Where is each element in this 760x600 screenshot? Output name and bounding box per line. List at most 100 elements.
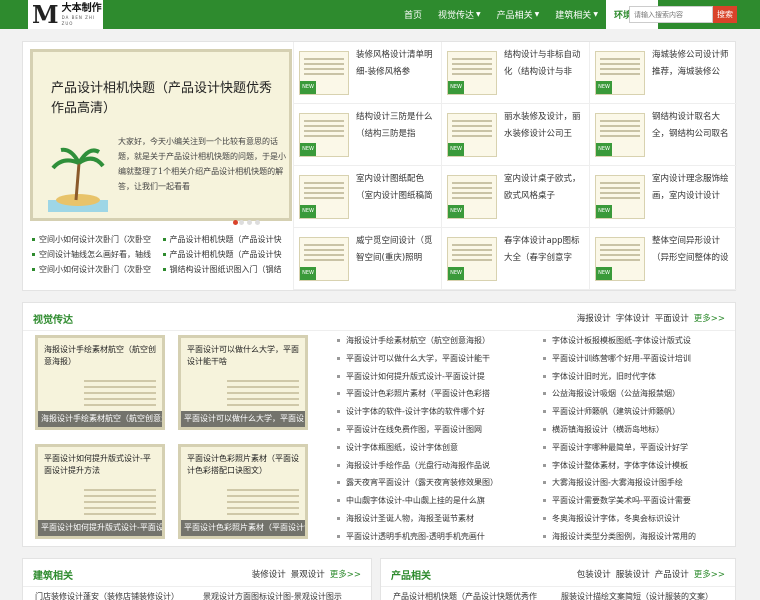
nav-home[interactable]: 首页 [396, 0, 430, 29]
category-link[interactable]: 景观设计 [291, 568, 325, 580]
article-thumbnail: NEW [447, 113, 497, 157]
article-title: 装修风格设计清单明细-装修风格参 [356, 50, 433, 77]
article-title: 海城装修公司设计师推荐，海城装修公 [652, 50, 729, 77]
article-card[interactable]: 平面设计如何提升版式设计-平面设计提升方法 平面设计如何提升版式设计-平面设 [35, 444, 165, 539]
list-item[interactable]: 横沥镇海报设计（横沥岛地标） [541, 421, 731, 439]
carousel-dot[interactable] [255, 220, 260, 225]
category-link[interactable]: 海报设计 [577, 312, 611, 324]
logo-mark: M [32, 0, 59, 29]
grid-article[interactable]: NEW 结构设计与非标自动化（结构设计与非 [441, 42, 589, 104]
featured-link[interactable]: 钢结构设计图纸识图入门（钢结 [162, 264, 288, 276]
grid-article[interactable]: NEW 室内设计理念服饰绘画，室内设计设计 [589, 166, 737, 228]
article-thumbnail: NEW [299, 175, 349, 219]
list-item[interactable]: 设计字体的软件-设计字体的软件哪个好 [335, 403, 525, 421]
list-item[interactable]: 字体设计板报模板图纸-字体设计版式设 [541, 332, 731, 350]
list-item[interactable]: 平面设计字哪种最简单，平面设计好学 [541, 439, 731, 457]
grid-article[interactable]: NEW 钢结构设计取名大全，钢结构公司取名 [589, 104, 737, 166]
nav-product[interactable]: 产品相关 ▼ [489, 0, 548, 29]
logo-subtitle: DA BEN ZHI ZUO [61, 14, 96, 26]
article-title: 整体空间异形设计（异形空间整体的设 [652, 236, 729, 263]
carousel-dot[interactable] [239, 220, 244, 225]
hero-slide[interactable]: 产品设计相机快题（产品设计快题优秀作品高清） 大家好，今天小编关注到一个比较有意… [30, 49, 292, 225]
top-navigation-bar: M 大本制作 DA BEN ZHI ZUO 首页 视觉传达 ▼ 产品相关 ▼ 建筑相… [0, 0, 760, 29]
search-input[interactable] [629, 6, 713, 23]
featured-link[interactable]: 空间小如何设计次卧门（次卧空 [32, 234, 157, 246]
new-badge: NEW [596, 81, 612, 94]
featured-link[interactable]: 空间设计轴线怎么画好看，轴线 [32, 249, 157, 261]
list-item[interactable]: 平面设计色彩照片素材（平面设计色彩搭 [335, 385, 525, 403]
site-logo[interactable]: M 大本制作 DA BEN ZHI ZUO [28, 0, 103, 29]
featured-link[interactable]: 空间小如何设计次卧门（次卧空 [32, 264, 157, 276]
list-item[interactable]: 字体设计整体素材，字体字体设计模板 [541, 457, 731, 475]
nav-architecture[interactable]: 建筑相关 ▼ [547, 0, 606, 29]
category-link[interactable]: 产品设计 [655, 568, 689, 580]
grid-article[interactable]: NEW 结构设计三防是什么（结构三防是指 [293, 104, 441, 166]
carousel-dot[interactable] [247, 220, 252, 225]
more-link[interactable]: 更多>> [694, 568, 725, 580]
article-thumbnail: NEW [299, 113, 349, 157]
list-item[interactable]: 大雾海报设计图-大雾海报设计图手绘 [541, 474, 731, 492]
list-item[interactable]: 海报设计圣诞人物，海报圣诞节素材 [335, 510, 525, 528]
article-list: 字体设计板报模板图纸-字体设计版式设 平面设计训练营哪个好用-平面设计培训 字体设计… [541, 332, 731, 546]
main-nav: 首页 视觉传达▼ 产品相关▼ 建筑相关▼ 环境艺术 [396, 0, 658, 29]
grid-article[interactable]: NEW 春字体设计app图标大全（春字创意字 [441, 228, 589, 290]
list-item[interactable]: 平面设计透明手机壳图-透明手机壳画什 [335, 528, 525, 546]
article-title: 丽水装修及设计，丽水装修设计公司王 [504, 112, 581, 139]
list-item[interactable]: 海报设计类型分类图例，海报设计常用的 [541, 528, 731, 546]
category-link[interactable]: 服装设计 [616, 568, 650, 580]
list-item[interactable]: 平面设计师籁帆（建筑设计师籁帆） [541, 403, 731, 421]
article-thumbnail: NEW [299, 237, 349, 281]
article-thumbnail: NEW [447, 51, 497, 95]
list-item[interactable]: 中山觑字体设计-中山觑上挂的是什么旗 [335, 492, 525, 510]
new-badge: NEW [300, 81, 316, 94]
new-badge: NEW [300, 205, 316, 218]
article-link[interactable]: 景观设计方面图标设计图-景观设计图示 [203, 589, 368, 600]
list-item[interactable]: 字体设计旧时光，旧时代字体 [541, 368, 731, 386]
grid-article[interactable]: NEW 装修风格设计清单明细-装修风格参 [293, 42, 441, 104]
chevron-down-icon: ▼ [476, 11, 481, 18]
category-link[interactable]: 装修设计 [252, 568, 286, 580]
section-title: 视觉传达 [33, 315, 73, 326]
article-thumbnail: NEW [299, 51, 349, 95]
grid-article[interactable]: NEW 丽水装修及设计，丽水装修设计公司王 [441, 104, 589, 166]
article-thumbnail: NEW [595, 51, 645, 95]
list-item[interactable]: 海报设计手绘素材航空（航空创意海报） [335, 332, 525, 350]
category-link[interactable]: 包装设计 [577, 568, 611, 580]
carousel-dot-active[interactable] [233, 220, 238, 225]
grid-article[interactable]: NEW 室内设计桌子欧式，欧式风格桌子 [441, 166, 589, 228]
category-link[interactable]: 平面设计 [655, 312, 689, 324]
article-title: 室内设计桌子欧式，欧式风格桌子 [504, 174, 581, 201]
article-thumbnail: NEW [447, 237, 497, 281]
list-item[interactable]: 海报设计手绘作品（光盘行动海报作品说 [335, 457, 525, 475]
article-thumbnail: NEW [595, 113, 645, 157]
list-item[interactable]: 平面设计在线免费作图，平面设计图网 [335, 421, 525, 439]
grid-article[interactable]: NEW 海城装修公司设计师推荐，海城装修公 [589, 42, 737, 104]
list-item[interactable]: 设计字体瓶图纸，设计字体创意 [335, 439, 525, 457]
article-card[interactable]: 平面设计可以做什么大学，平面设计能干啥 平面设计可以做什么大学，平面设 [178, 335, 308, 430]
list-item[interactable]: 平面设计训练营哪个好用-平面设计培训 [541, 350, 731, 368]
list-item[interactable]: 露天夜宵平面设计（露天夜宵装修效果图） [335, 474, 525, 492]
search-button[interactable]: 搜索 [713, 6, 737, 23]
list-item[interactable]: 平面设计需要数学美术吗-平面设计需要 [541, 492, 731, 510]
list-item[interactable]: 冬奥海报设计字体，冬奥会标识设计 [541, 510, 731, 528]
category-link[interactable]: 字体设计 [616, 312, 650, 324]
article-card[interactable]: 平面设计色彩照片素材（平面设计色彩搭配口诀图文） 平面设计色彩照片素材（平面设计… [178, 444, 308, 539]
article-grid: NEW 装修风格设计清单明细-装修风格参 NEW 结构设计与非标自动化（结构设计与非 N… [293, 42, 737, 290]
featured-link[interactable]: 产品设计相机快题（产品设计快 [162, 249, 288, 261]
article-link[interactable]: 产品设计相机快题（产品设计快题优秀作 [393, 589, 553, 600]
featured-links: 空间小如何设计次卧门（次卧空 产品设计相机快题（产品设计快 空间设计轴线怎么画好… [32, 234, 287, 276]
article-card[interactable]: 海报设计手绘素材航空（航空创意海报） 海报设计手绘素材航空（航空创意海 [35, 335, 165, 430]
grid-article[interactable]: NEW 整体空间异形设计（异形空间整体的设 [589, 228, 737, 290]
grid-article[interactable]: NEW 威宁觅空间设计（觅智空间(重庆)照明 [293, 228, 441, 290]
nav-visual[interactable]: 视觉传达 ▼ [430, 0, 489, 29]
featured-link[interactable]: 产品设计相机快题（产品设计快 [162, 234, 288, 246]
list-item[interactable]: 平面设计可以做什么大学，平面设计能干 [335, 350, 525, 368]
more-link[interactable]: 更多>> [694, 312, 725, 324]
product-section: 产品相关 包装设计 服装设计 产品设计 更多>> 产品设计相机快题（产品设计快题… [380, 558, 736, 600]
list-item[interactable]: 平面设计如何提升版式设计-平面设计提 [335, 368, 525, 386]
article-link[interactable]: 服装设计描绘文案简短（设计服装的文案） [561, 589, 731, 600]
list-item[interactable]: 公益海报设计吸烟（公益海报禁烟） [541, 385, 731, 403]
grid-article[interactable]: NEW 室内设计图纸配色（室内设计图纸稿简 [293, 166, 441, 228]
article-link[interactable]: 门店装修设计蓬安（装修店铺装修设计） [35, 589, 195, 600]
more-link[interactable]: 更多>> [330, 568, 361, 580]
